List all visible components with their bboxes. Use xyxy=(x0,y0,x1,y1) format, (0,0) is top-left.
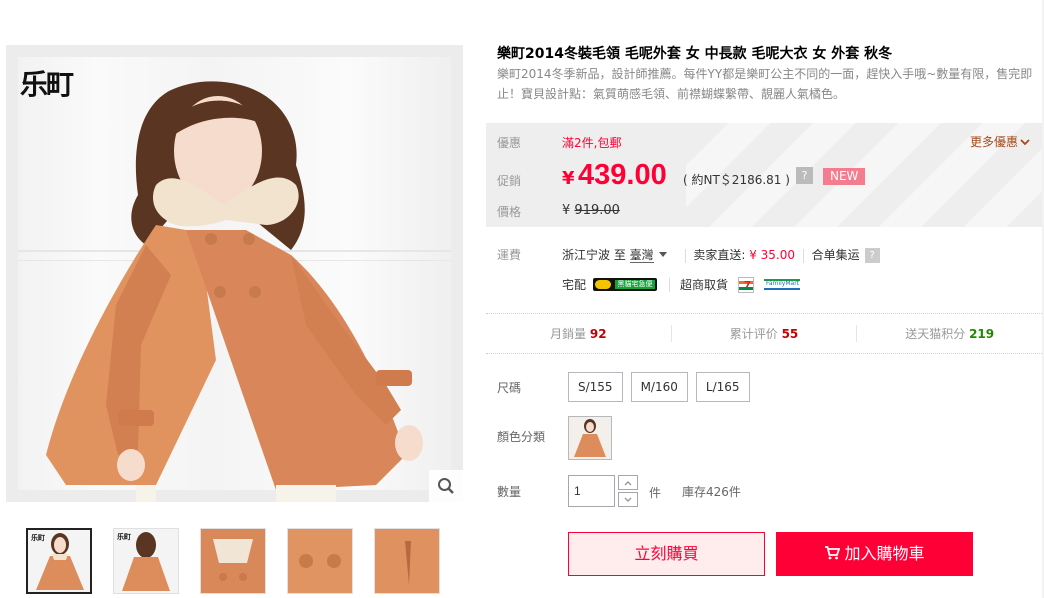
approx-ntd-price: ( 約NT＄2186.81 ) xyxy=(683,173,790,187)
thumbnail-strip: 乐町 乐町 乐町 乐町 乐町 xyxy=(26,528,440,594)
brand-logo: 乐町 xyxy=(20,68,74,101)
currency-symbol: ¥ xyxy=(562,168,575,189)
store-pickup-label: 超商取貨 xyxy=(680,278,729,292)
delivery-methods: 宅配 黑貓宅急便 超商取貨 7 FamilyMart xyxy=(562,276,801,293)
magnifier-icon xyxy=(438,478,454,494)
quantity-increase-button[interactable] xyxy=(618,475,638,490)
new-badge: NEW xyxy=(823,168,866,185)
help-icon[interactable]: ? xyxy=(796,167,813,184)
stat-value: 219 xyxy=(969,326,995,341)
home-delivery-label: 宅配 xyxy=(562,278,587,292)
cart-icon xyxy=(825,546,841,560)
product-title: 樂町2014冬裝毛領 毛呢外套 女 中長款 毛呢大衣 女 外套 秋冬 xyxy=(497,46,893,62)
stat-label: 送天猫积分 xyxy=(905,326,966,341)
buy-now-button[interactable]: 立刻購買 xyxy=(568,532,765,576)
chevron-down-icon xyxy=(624,497,632,502)
consolidate-shipping: 合单集运 xyxy=(811,248,860,262)
seven-eleven-logo: 7 xyxy=(738,276,755,293)
stat-points: 送天猫积分 219 xyxy=(856,324,1042,342)
sale-label: 促銷 xyxy=(497,174,522,188)
thumbnail-button-detail[interactable]: 乐町 xyxy=(287,528,353,594)
thumbnail-front-view[interactable]: 乐町 xyxy=(26,528,92,594)
black-cat-logo: 黑貓宅急便 xyxy=(593,278,658,291)
product-subtitle: 樂町2014冬季新品，設計師推薦。每件YY都是樂町公主不同的一面，趕快入手哦~數… xyxy=(497,67,1033,101)
promo-label: 優惠 xyxy=(497,136,522,150)
black-cat-logo-text: 黑貓宅急便 xyxy=(615,280,656,289)
product-main-image[interactable]: 乐町 xyxy=(6,45,463,502)
color-swatch-image xyxy=(574,419,606,457)
original-price-value: 919.00 xyxy=(574,203,620,218)
quantity-label: 數量 xyxy=(497,485,522,499)
zoom-button[interactable] xyxy=(429,470,463,502)
sale-price: 439.00 xyxy=(578,159,667,191)
ship-destination-select[interactable]: 臺灣 xyxy=(629,248,654,263)
thumbnail-pocket-detail[interactable]: 乐町 xyxy=(374,528,440,594)
size-option-s[interactable]: S/155 xyxy=(568,372,623,402)
familymart-logo: FamilyMart xyxy=(764,279,801,290)
thumbnail-button-image xyxy=(288,529,352,593)
color-label: 顏色分類 xyxy=(497,430,546,444)
original-price: ¥ 919.00 xyxy=(562,203,620,218)
quantity-input[interactable] xyxy=(568,475,615,507)
thumbnail-collar-image xyxy=(201,529,265,593)
size-option-m[interactable]: M/160 xyxy=(630,372,688,402)
familymart-logo-text: FamilyMart xyxy=(766,280,800,287)
size-options: S/155 M/160 L/165 xyxy=(568,372,750,402)
shipping-route: 浙江宁波 至 臺灣 卖家直送: ¥ 35.00 合单集运? xyxy=(562,246,880,263)
thumbnail-front-image xyxy=(36,533,84,590)
stat-label: 累计评价 xyxy=(729,326,778,341)
shipping-cost: ¥ 35.00 xyxy=(749,248,796,262)
more-promo-label: 更多優惠 xyxy=(969,135,1018,149)
quantity-decrease-button[interactable] xyxy=(618,492,638,507)
ship-origin: 浙江宁波 至 xyxy=(562,248,626,262)
original-price-label: 價格 xyxy=(497,205,522,219)
size-option-l[interactable]: L/165 xyxy=(695,372,750,402)
seller-direct-label: 卖家直送: xyxy=(693,248,746,262)
more-promo-link[interactable]: 更多優惠 xyxy=(970,133,1030,150)
shipping-label: 運費 xyxy=(497,248,522,262)
original-currency: ¥ xyxy=(562,203,571,218)
price-box: 優惠 滿2件,包郵 更多優惠 促銷 ¥ 439.00 ( 約NT＄2186.81… xyxy=(486,123,1042,227)
chevron-up-icon xyxy=(624,480,632,485)
add-to-cart-button[interactable]: 加入購物車 xyxy=(776,532,973,576)
quantity-unit: 件 xyxy=(649,486,662,500)
stat-reviews[interactable]: 累计评价 55 xyxy=(670,324,857,342)
promo-text: 滿2件,包郵 xyxy=(562,136,622,150)
color-option-orange[interactable] xyxy=(568,416,612,460)
chevron-down-icon xyxy=(1020,139,1030,146)
stat-value: 92 xyxy=(589,326,607,341)
stat-value: 55 xyxy=(781,326,799,341)
thumbnail-collar-detail[interactable]: 乐町 xyxy=(200,528,266,594)
stat-label: 月銷量 xyxy=(550,326,587,341)
thumbnail-back-image xyxy=(122,532,170,591)
consolidate-help-icon[interactable]: ? xyxy=(864,248,880,263)
thumbnail-pocket-image xyxy=(375,529,439,593)
add-to-cart-label: 加入購物車 xyxy=(844,544,925,563)
stock-count: 庫存426件 xyxy=(682,485,741,499)
model-coat-photo xyxy=(46,81,423,502)
dropdown-caret-icon[interactable] xyxy=(658,252,667,257)
sales-stats: 月銷量 92 累计评价 55 送天猫积分 219 xyxy=(486,313,1042,353)
stat-monthly-sales: 月銷量 92 xyxy=(486,325,671,342)
thumbnail-back-view[interactable]: 乐町 xyxy=(113,528,179,594)
size-label: 尺碼 xyxy=(497,381,522,395)
